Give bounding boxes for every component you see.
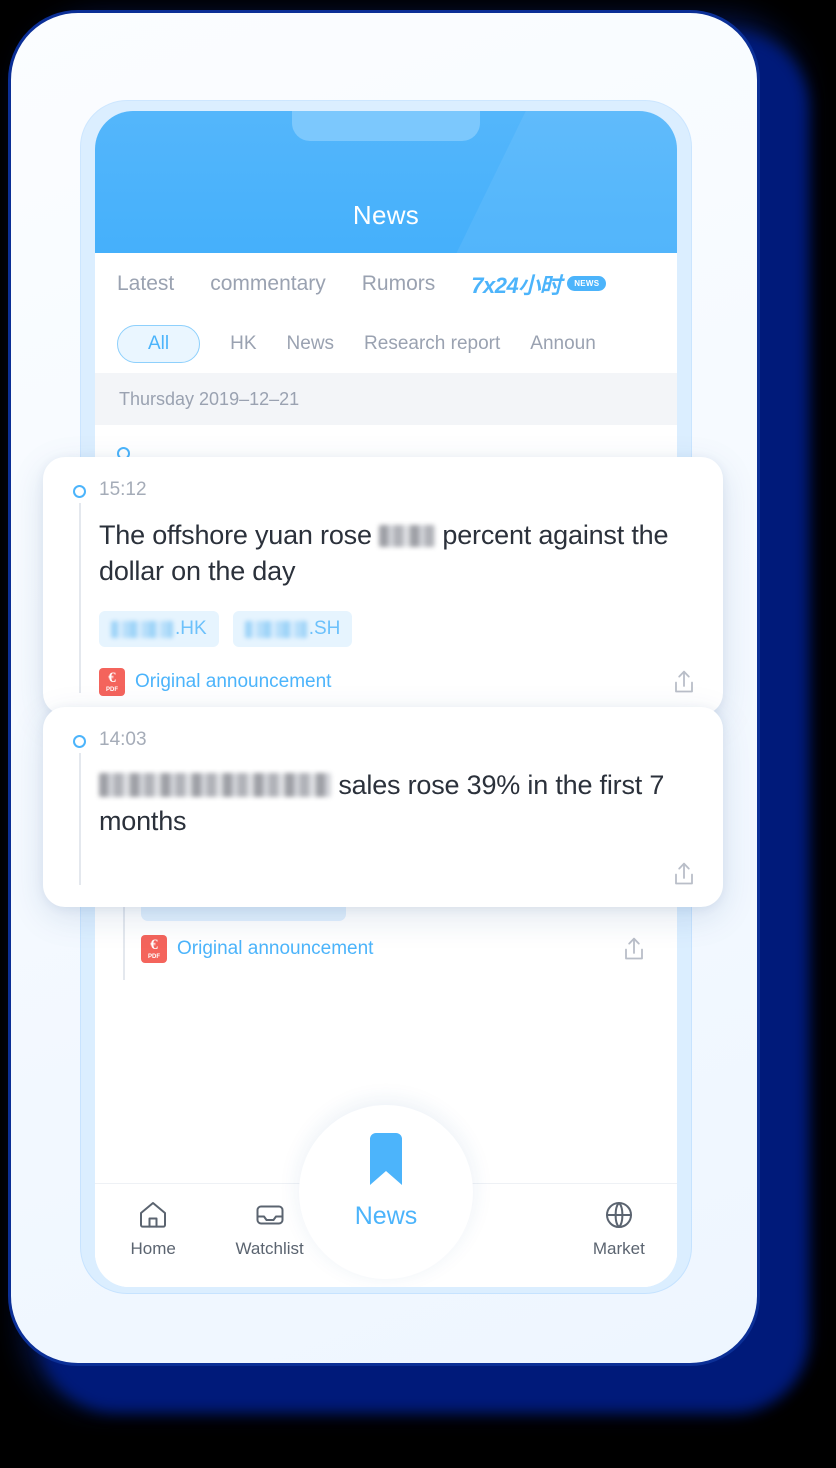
stock-tag-hk[interactable]: .HK: [99, 611, 219, 648]
filter-chip-research-report[interactable]: Research report: [364, 333, 500, 355]
tab-7x24-label: 7x24小时: [471, 273, 562, 298]
tab-commentary[interactable]: commentary: [210, 272, 326, 296]
pdf-label-text: PDF: [106, 687, 118, 694]
nav-label-market: Market: [592, 1239, 645, 1258]
nav-label-home: Home: [130, 1239, 176, 1258]
redacted-value: [379, 525, 436, 547]
stock-tag-hk-suffix: .HK: [175, 618, 207, 640]
card-1-footer: € PDF Original announcement: [99, 667, 697, 697]
bookmark-icon: [364, 1133, 408, 1192]
original-announcement-link[interactable]: € PDF Original announcement: [99, 668, 332, 697]
nav-label-news: News: [354, 1202, 418, 1230]
redacted-company-name: [99, 773, 331, 797]
original-announcement-label: Original announcement: [135, 671, 332, 693]
timeline-dot: [73, 735, 86, 748]
date-header: Thursday 2019–12–21: [95, 373, 677, 425]
filter-chip-all[interactable]: All: [117, 325, 201, 363]
phone-notch: [292, 111, 480, 141]
pdf-label-text: PDF: [148, 954, 160, 960]
share-icon[interactable]: [621, 934, 647, 964]
share-icon[interactable]: [671, 667, 697, 697]
page-title: News: [352, 200, 420, 230]
filter-chip-row[interactable]: All HK News Research report Announ: [95, 315, 677, 373]
filter-chip-announcement[interactable]: Announ: [530, 333, 596, 355]
share-icon[interactable]: [671, 859, 697, 889]
card-1-headline-before: The offshore yuan rose: [99, 520, 372, 550]
globe-icon: [602, 1198, 636, 1232]
card-1-headline: The offshore yuan rose percent against t…: [99, 517, 697, 589]
nav-item-home[interactable]: Home: [95, 1198, 211, 1259]
pdf-icon: € PDF: [99, 668, 125, 697]
news-card-1[interactable]: 15:12 The offshore yuan rose percent aga…: [43, 457, 723, 716]
home-icon: [136, 1198, 170, 1232]
news-badge: NEWS: [567, 275, 607, 291]
redacted-ticker: [244, 620, 307, 638]
timeline-rail: [79, 503, 81, 694]
stock-tag-sh-suffix: .SH: [308, 618, 341, 640]
original-announcement-label: Original announcement: [177, 938, 374, 959]
entry-footer: € PDF Original announcement: [141, 934, 653, 964]
stock-tag-sh[interactable]: .SH: [232, 611, 353, 648]
pdf-glyph: €: [108, 670, 116, 687]
card-1-stock-tags: .HK .SH: [99, 611, 697, 648]
filter-chip-news[interactable]: News: [287, 333, 335, 355]
tab-7x24-hours[interactable]: 7x24小时 NEWS: [471, 268, 607, 300]
inbox-icon: [253, 1198, 287, 1232]
filter-chip-hk[interactable]: HK: [230, 333, 256, 355]
nav-item-news[interactable]: News: [299, 1105, 473, 1279]
tab-latest[interactable]: Latest: [117, 272, 174, 296]
pdf-glyph: €: [150, 937, 158, 953]
tab-rumors[interactable]: Rumors: [362, 272, 436, 296]
news-card-2[interactable]: 14:03 sales rose 39% in the first 7 mont…: [43, 707, 723, 908]
card-2-footer: [99, 859, 697, 889]
original-announcement-link[interactable]: € PDF Original announcement: [141, 935, 373, 963]
top-tab-bar: Latest commentary Rumors 7x24小时 NEWS: [95, 253, 677, 315]
nav-item-market[interactable]: Market: [561, 1198, 677, 1259]
timeline-dot: [73, 485, 86, 498]
app-header: News: [95, 111, 677, 253]
nav-label-watchlist: Watchlist: [235, 1239, 304, 1258]
card-1-time: 15:12: [99, 479, 147, 500]
redacted-ticker: [111, 620, 173, 638]
card-2-time: 14:03: [99, 729, 147, 750]
pdf-icon: € PDF: [141, 935, 167, 963]
device-outer-card: News Latest commentary Rumors 7x24小时 NEW…: [8, 10, 760, 1366]
timeline-rail: [79, 753, 81, 886]
card-2-headline: sales rose 39% in the first 7 months: [99, 767, 697, 839]
scene: News Latest commentary Rumors 7x24小时 NEW…: [0, 0, 836, 1468]
